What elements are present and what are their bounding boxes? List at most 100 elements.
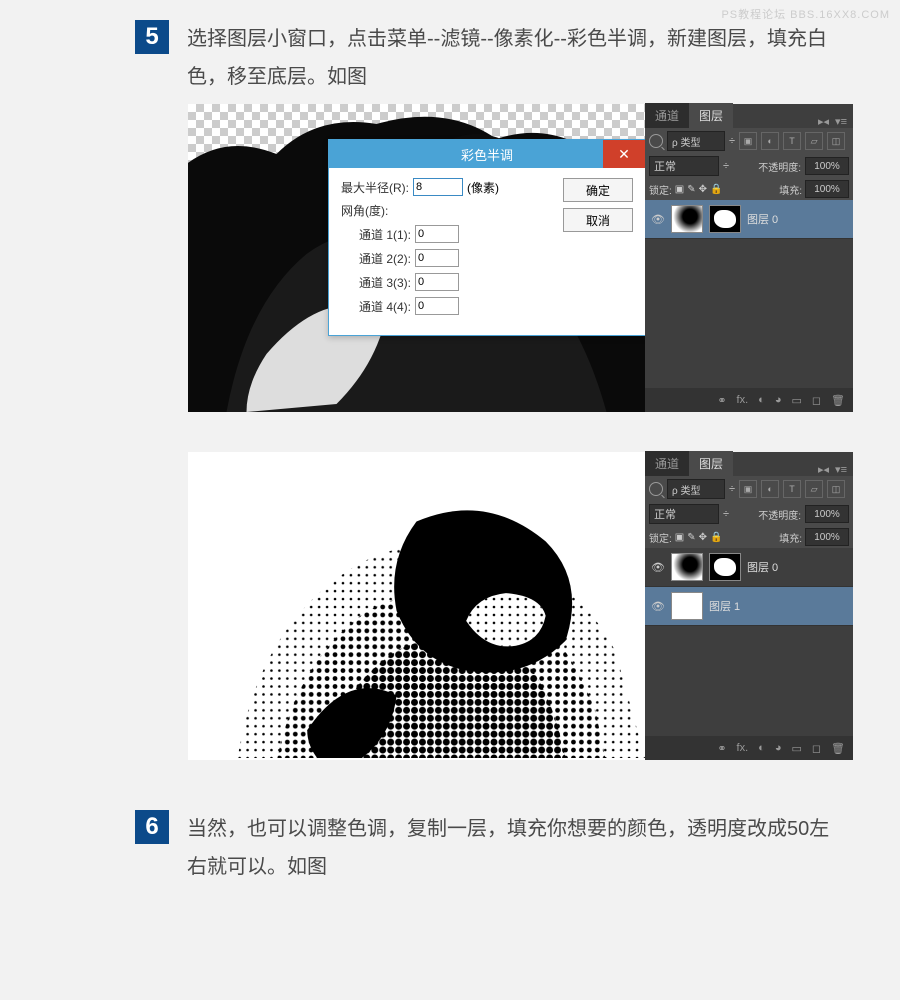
layer-1-label: 图层 1	[709, 598, 740, 614]
opacity-label: 不透明度:	[758, 507, 801, 522]
step-number-6: 6	[135, 810, 169, 844]
step-5: 5 选择图层小窗口，点击菜单--滤镜--像素化--彩色半调，新建图层，填充白色，…	[0, 0, 900, 760]
kind-select[interactable]: ρ 类型	[667, 131, 725, 151]
ch1-label: 通道 1(1):	[359, 226, 411, 243]
close-button[interactable]: ✕	[603, 140, 645, 168]
adjustment-icon[interactable]: ◕	[775, 742, 782, 754]
layer-0-label: 图层 0	[747, 211, 778, 227]
layer-thumb-white	[671, 592, 703, 620]
fill-label: 填充:	[779, 182, 802, 197]
max-radius-input[interactable]: 8	[413, 178, 463, 196]
tab-channels[interactable]: 通道	[645, 103, 689, 128]
chevron-icon: ÷	[723, 508, 729, 520]
ch2-label: 通道 2(2):	[359, 250, 411, 267]
kind-select[interactable]: ρ 类型	[667, 479, 725, 499]
step-6-text: 当然，也可以调整色调，复制一层，填充你想要的颜色，透明度改成50左右就可以。如图	[187, 810, 847, 886]
blend-mode-select[interactable]: 正常	[649, 156, 719, 176]
pixels-label: (像素)	[467, 179, 499, 196]
filter-image-icon[interactable]: ▣	[739, 132, 757, 150]
filter-text-icon[interactable]: T	[783, 480, 801, 498]
lock-brush-icon[interactable]: ✎	[687, 184, 695, 195]
search-icon[interactable]	[649, 134, 663, 148]
layer-1-row[interactable]: 👁 图层 1	[645, 587, 853, 626]
trash-icon[interactable]: 🗑	[831, 742, 845, 755]
fill-label: 填充:	[779, 530, 802, 545]
visibility-icon[interactable]: 👁	[651, 213, 665, 226]
trash-icon[interactable]: 🗑	[831, 394, 845, 407]
tab-layers[interactable]: 图层	[689, 103, 733, 128]
new-layer-icon[interactable]: ◻	[812, 742, 821, 755]
step-5-text: 选择图层小窗口，点击菜单--滤镜--像素化--彩色半调，新建图层，填充白色，移至…	[187, 20, 847, 96]
halftone-portrait	[188, 452, 645, 760]
opacity-value[interactable]: 100%	[805, 157, 849, 175]
menu-icon[interactable]: ▾≡	[835, 463, 847, 476]
fill-value[interactable]: 100%	[805, 528, 849, 546]
mask-icon[interactable]: ◐	[758, 742, 765, 754]
chevron-icon: ÷	[729, 483, 735, 495]
lock-transparency-icon[interactable]: ▣	[675, 184, 684, 195]
layer-thumb	[671, 205, 703, 233]
visibility-icon[interactable]: 👁	[651, 561, 665, 574]
fx-icon[interactable]: fx.	[737, 394, 749, 406]
tab-layers[interactable]: 图层	[689, 451, 733, 476]
chevron-icon: ÷	[729, 135, 735, 147]
opacity-value[interactable]: 100%	[805, 505, 849, 523]
layer-0-label: 图层 0	[747, 559, 778, 575]
lock-all-icon[interactable]: 🔒	[710, 184, 722, 195]
filter-shape-icon[interactable]: ▱	[805, 480, 823, 498]
fill-value[interactable]: 100%	[805, 180, 849, 198]
layer-mask-thumb	[709, 553, 741, 581]
layer-thumb	[671, 553, 703, 581]
new-layer-icon[interactable]: ◻	[812, 394, 821, 407]
lock-brush-icon[interactable]: ✎	[687, 532, 695, 543]
adjustment-icon[interactable]: ◕	[775, 394, 782, 406]
screenshot-5a: 彩色半调 ✕ 最大半径(R): 8 (像素) 网角(度): 通道 1(1):0	[188, 104, 853, 412]
opacity-label: 不透明度:	[758, 159, 801, 174]
collapse-icon[interactable]: ▸◂	[818, 463, 829, 476]
group-icon[interactable]: ▭	[791, 394, 801, 407]
filter-adjust-icon[interactable]: ◐	[761, 132, 779, 150]
layer-0-row[interactable]: 👁 图层 0	[645, 200, 853, 239]
collapse-icon[interactable]: ▸◂	[818, 115, 829, 128]
step-6: 6 当然，也可以调整色调，复制一层，填充你想要的颜色，透明度改成50左右就可以。…	[0, 760, 900, 916]
group-icon[interactable]: ▭	[791, 742, 801, 755]
lock-position-icon[interactable]: ✥	[699, 532, 707, 543]
filter-shape-icon[interactable]: ▱	[805, 132, 823, 150]
filter-image-icon[interactable]: ▣	[739, 480, 757, 498]
mask-icon[interactable]: ◐	[758, 394, 765, 406]
ch4-label: 通道 4(4):	[359, 298, 411, 315]
ok-button[interactable]: 确定	[563, 178, 633, 202]
lock-transparency-icon[interactable]: ▣	[675, 532, 684, 543]
fx-icon[interactable]: fx.	[737, 742, 749, 754]
filter-smart-icon[interactable]: ◫	[827, 132, 845, 150]
lock-position-icon[interactable]: ✥	[699, 184, 707, 195]
watermark: PS教程论坛 BBS.16XX8.COM	[721, 6, 890, 22]
chevron-icon: ÷	[723, 160, 729, 172]
link-icon[interactable]: ⚭	[717, 394, 726, 407]
ch1-input[interactable]: 0	[415, 225, 459, 243]
link-icon[interactable]: ⚭	[717, 742, 726, 755]
menu-icon[interactable]: ▾≡	[835, 115, 847, 128]
layers-panel-b: 通道 图层 ▸◂ ▾≡ ρ 类型 ÷ ▣ ◐ T ▱ ◫ 正常 ÷	[645, 452, 853, 760]
ch3-input[interactable]: 0	[415, 273, 459, 291]
cancel-button[interactable]: 取消	[563, 208, 633, 232]
blend-mode-select[interactable]: 正常	[649, 504, 719, 524]
layer-mask-thumb	[709, 205, 741, 233]
visibility-icon[interactable]: 👁	[651, 600, 665, 613]
tab-channels[interactable]: 通道	[645, 451, 689, 476]
max-radius-label: 最大半径(R):	[341, 179, 409, 196]
search-icon[interactable]	[649, 482, 663, 496]
ch2-input[interactable]: 0	[415, 249, 459, 267]
lock-label: 锁定:	[649, 182, 672, 197]
dialog-title: 彩色半调	[461, 145, 513, 164]
ch4-input[interactable]: 0	[415, 297, 459, 315]
layer-0-row[interactable]: 👁 图层 0	[645, 548, 853, 587]
screenshot-5b: 通道 图层 ▸◂ ▾≡ ρ 类型 ÷ ▣ ◐ T ▱ ◫ 正常 ÷	[188, 452, 853, 760]
color-halftone-dialog: 彩色半调 ✕ 最大半径(R): 8 (像素) 网角(度): 通道 1(1):0	[328, 139, 645, 336]
filter-smart-icon[interactable]: ◫	[827, 480, 845, 498]
lock-label: 锁定:	[649, 530, 672, 545]
filter-adjust-icon[interactable]: ◐	[761, 480, 779, 498]
lock-all-icon[interactable]: 🔒	[710, 532, 722, 543]
filter-text-icon[interactable]: T	[783, 132, 801, 150]
step-number-5: 5	[135, 20, 169, 54]
